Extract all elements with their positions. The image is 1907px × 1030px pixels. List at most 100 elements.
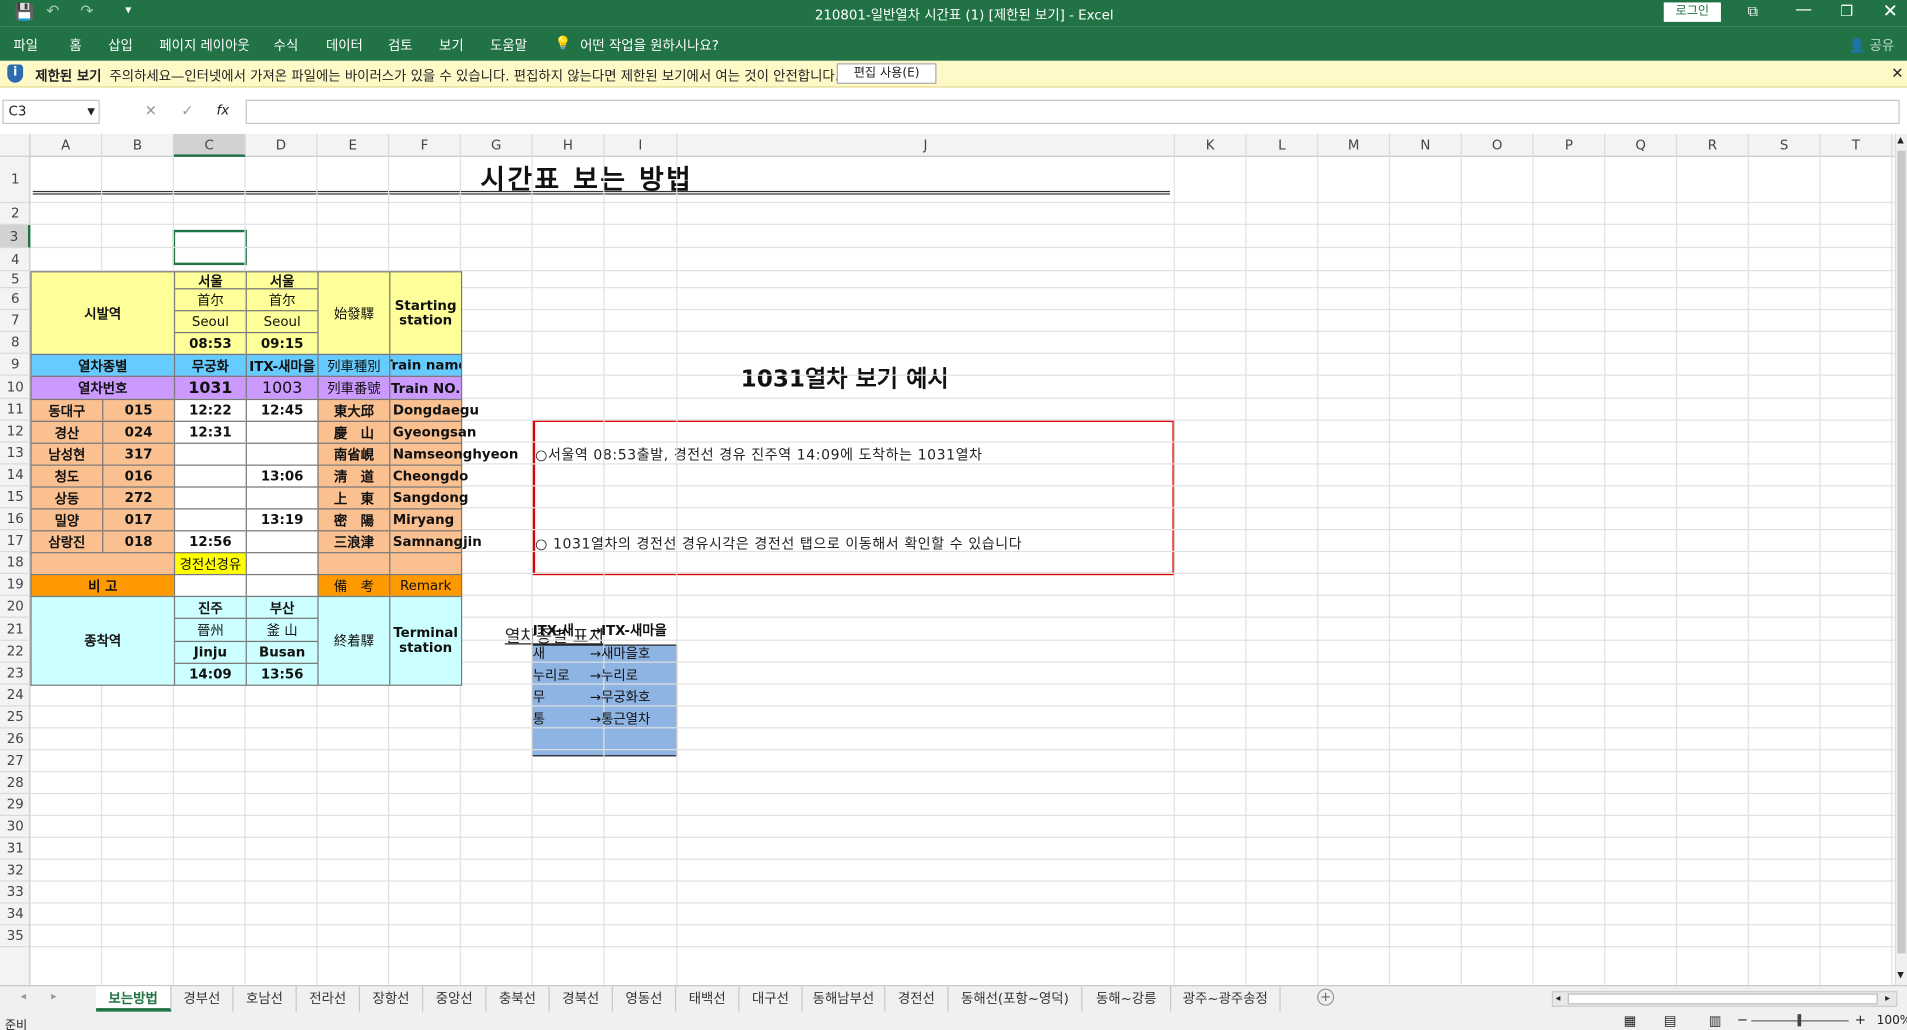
tab-sheet-13[interactable]: 동해선(포항~영덕) xyxy=(949,986,1083,1012)
hscroll-right-icon[interactable]: ▸ xyxy=(1885,992,1890,1003)
row-header-26[interactable]: 26 xyxy=(0,728,31,751)
function-icon[interactable]: fx xyxy=(216,102,229,118)
tab-sheet-1[interactable]: 경부선 xyxy=(171,986,234,1012)
page-break-view-icon[interactable]: ▥ xyxy=(1709,1013,1722,1029)
tell-me-box[interactable]: 어떤 작업을 원하시나요? xyxy=(580,35,719,54)
tab-sheet-2[interactable]: 호남선 xyxy=(234,986,297,1012)
row-header-21[interactable]: 21 xyxy=(0,618,31,641)
tab-sheet-4[interactable]: 장항선 xyxy=(360,986,424,1012)
tab-sheet-3[interactable]: 전라선 xyxy=(297,986,360,1012)
worksheet-grid[interactable]: ABCDEFGHIJKLMNOPQRST 1 2 3 4 5 6 7 8 9 10 11 12 13 14… xyxy=(0,133,1895,989)
row-header-30[interactable]: 30 xyxy=(0,816,31,838)
redo-icon[interactable]: ↷ xyxy=(80,2,93,20)
row-header-17[interactable]: 17 xyxy=(0,530,31,553)
row-header-23[interactable]: 23 xyxy=(0,663,31,685)
scroll-thumb[interactable] xyxy=(1897,150,1906,954)
hscroll-thumb[interactable] xyxy=(1567,993,1878,1005)
menu-home[interactable]: 홈 xyxy=(69,35,81,54)
row-header-5[interactable]: 5 xyxy=(0,271,31,289)
tab-sheet-15[interactable]: 광주~광주송정 xyxy=(1171,986,1281,1012)
row-header-7[interactable]: 7 xyxy=(0,310,31,332)
tab-sheet-12[interactable]: 경전선 xyxy=(885,986,949,1012)
column-header-e[interactable]: E xyxy=(317,133,390,157)
column-header-t[interactable]: T xyxy=(1821,133,1893,157)
row-header-8[interactable]: 8 xyxy=(0,332,31,354)
menu-review[interactable]: 검토 xyxy=(388,35,413,54)
row-header-33[interactable]: 33 xyxy=(0,882,31,904)
row-header-18[interactable]: 18 xyxy=(0,552,31,574)
column-header-h[interactable]: H xyxy=(533,133,605,157)
row-header-27[interactable]: 27 xyxy=(0,750,31,773)
column-header-o[interactable]: O xyxy=(1462,133,1534,157)
zoom-in-icon[interactable]: + xyxy=(1855,1012,1866,1028)
row-header-25[interactable]: 25 xyxy=(0,707,31,729)
column-header-q[interactable]: Q xyxy=(1605,133,1678,157)
column-header-c[interactable]: C xyxy=(173,133,246,157)
column-header-j[interactable]: J xyxy=(677,133,1175,157)
tab-sheet-5[interactable]: 중앙선 xyxy=(423,986,487,1012)
column-header-k[interactable]: K xyxy=(1175,133,1247,157)
share-button[interactable]: 👤 공유 xyxy=(1849,35,1895,54)
tab-sheet-7[interactable]: 경북선 xyxy=(550,986,613,1012)
tab-sheet-8[interactable]: 영동선 xyxy=(613,986,677,1012)
row-header-28[interactable]: 28 xyxy=(0,772,31,795)
row-header-10[interactable]: 10 xyxy=(0,376,31,399)
column-header-a[interactable]: A xyxy=(30,133,103,157)
hscroll-left-icon[interactable]: ◂ xyxy=(1556,992,1561,1003)
tab-scroll-right-icon[interactable]: ▸ xyxy=(51,991,57,1003)
row-header-20[interactable]: 20 xyxy=(0,596,31,618)
column-header-g[interactable]: G xyxy=(461,133,533,157)
row-header-22[interactable]: 22 xyxy=(0,641,31,663)
save-icon[interactable]: 💾 xyxy=(15,4,35,22)
row-header-6[interactable]: 6 xyxy=(0,288,31,311)
column-header-d[interactable]: D xyxy=(246,133,318,157)
tab-scroll-left-icon[interactable]: ◂ xyxy=(21,991,27,1003)
customize-qat-icon[interactable]: ▾ xyxy=(125,4,131,17)
row-header-24[interactable]: 24 xyxy=(0,685,31,707)
close-msgbar-icon[interactable]: ✕ xyxy=(1891,64,1903,81)
tab-sheet-9[interactable]: 태백선 xyxy=(676,986,740,1012)
menu-data[interactable]: 데이터 xyxy=(326,35,363,54)
row-header-1[interactable]: 1 xyxy=(0,157,31,204)
formula-input[interactable] xyxy=(245,99,1900,125)
tab-sheet-10[interactable]: 대구선 xyxy=(739,986,803,1012)
row-header-15[interactable]: 15 xyxy=(0,486,31,509)
zoom-out-icon[interactable]: − xyxy=(1737,1012,1748,1028)
column-header-p[interactable]: P xyxy=(1534,133,1606,157)
scroll-up-icon[interactable]: ▲ xyxy=(1897,135,1904,145)
horizontal-scrollbar[interactable]: ◂ ▸ xyxy=(1551,991,1898,1007)
row-header-11[interactable]: 11 xyxy=(0,399,31,421)
menu-view[interactable]: 보기 xyxy=(439,35,464,54)
scroll-down-icon[interactable]: ▼ xyxy=(1897,970,1904,980)
tab-howto[interactable]: 보는방법 xyxy=(96,986,172,1012)
page-layout-view-icon[interactable]: ▤ xyxy=(1664,1013,1677,1029)
ribbon-display-icon[interactable]: ⧉ xyxy=(1748,2,1758,20)
tab-sheet-6[interactable]: 충북선 xyxy=(486,986,550,1012)
menu-formulas[interactable]: 수식 xyxy=(274,35,299,54)
row-header-12[interactable]: 12 xyxy=(0,421,31,443)
close-icon[interactable]: ✕ xyxy=(1883,0,1898,22)
column-header-n[interactable]: N xyxy=(1390,133,1462,157)
normal-view-icon[interactable]: ▦ xyxy=(1624,1013,1637,1029)
column-header-f[interactable]: F xyxy=(389,133,461,157)
zoom-slider-thumb[interactable] xyxy=(1797,1014,1802,1027)
row-header-16[interactable]: 16 xyxy=(0,508,31,531)
row-header-32[interactable]: 32 xyxy=(0,860,31,882)
column-header-r[interactable]: R xyxy=(1677,133,1749,157)
row-header-31[interactable]: 31 xyxy=(0,838,31,860)
row-header-35[interactable]: 35 xyxy=(0,925,31,948)
minimize-icon[interactable]: — xyxy=(1795,0,1812,19)
row-header-13[interactable]: 13 xyxy=(0,443,31,465)
column-header-s[interactable]: S xyxy=(1749,133,1821,157)
column-header-l[interactable]: L xyxy=(1247,133,1319,157)
row-header-29[interactable]: 29 xyxy=(0,794,31,816)
tab-sheet-11[interactable]: 동해남부선 xyxy=(803,986,886,1012)
add-sheet-icon[interactable]: + xyxy=(1317,988,1335,1006)
cancel-icon[interactable]: ✕ xyxy=(145,102,157,119)
row-header-2[interactable]: 2 xyxy=(0,203,31,225)
row-header-19[interactable]: 19 xyxy=(0,574,31,596)
column-header-m[interactable]: M xyxy=(1318,133,1391,157)
name-box[interactable]: C3 ▼ xyxy=(2,99,100,125)
enable-editing-button[interactable]: 편집 사용(E) xyxy=(836,63,937,84)
restore-icon[interactable]: ❐ xyxy=(1840,2,1853,19)
